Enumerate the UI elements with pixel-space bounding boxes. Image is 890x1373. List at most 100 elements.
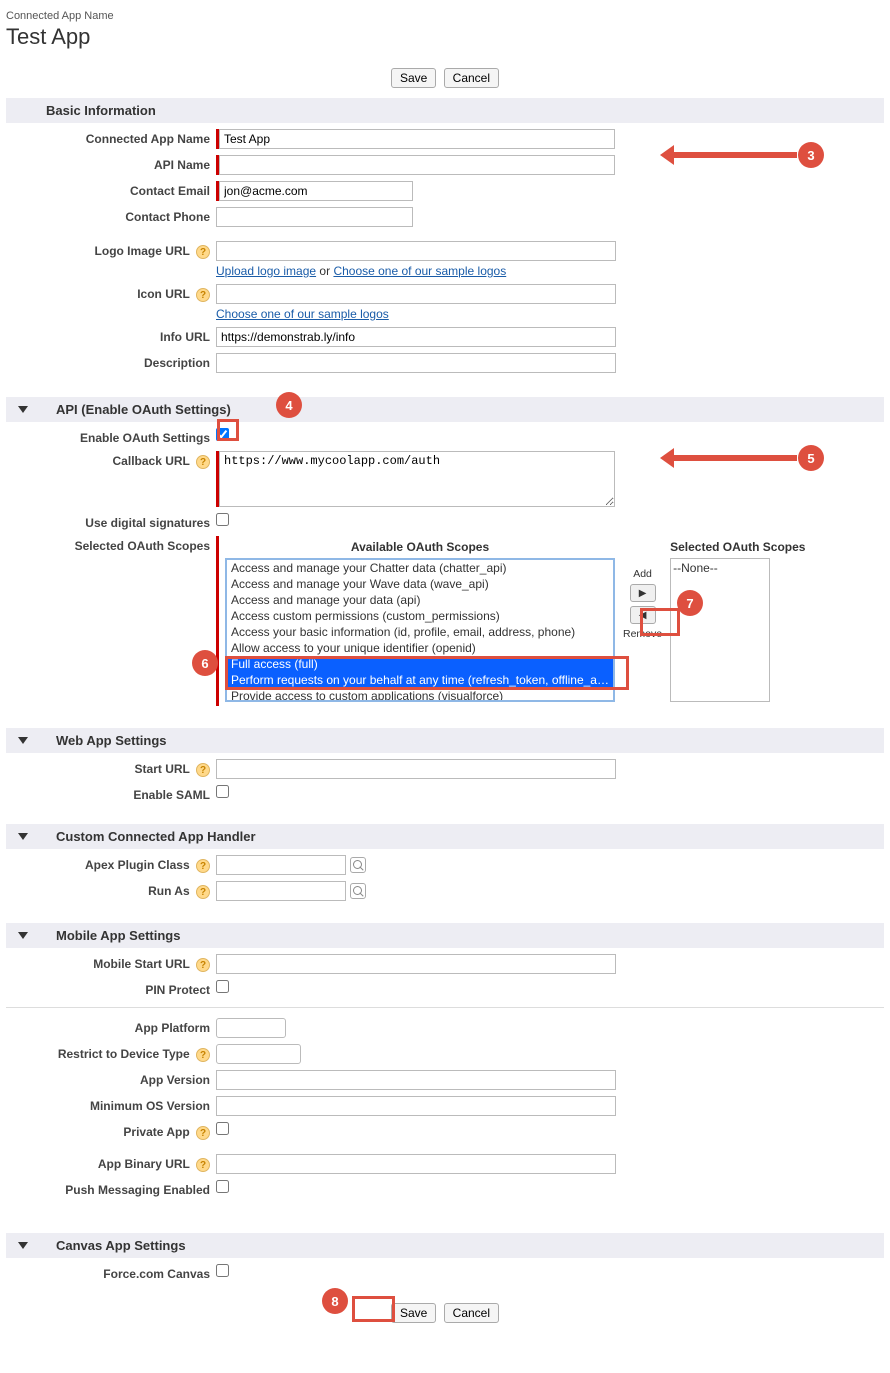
available-scopes-list[interactable]: Access and manage your Chatter data (cha…	[225, 558, 615, 702]
label-info-url: Info URL	[6, 327, 216, 344]
label-description: Description	[6, 353, 216, 370]
contact-email-input[interactable]	[219, 181, 413, 201]
scope-option[interactable]: Access and manage your Wave data (wave_a…	[227, 576, 613, 592]
scope-option[interactable]: Access and manage your data (api)	[227, 592, 613, 608]
label-enable-saml: Enable SAML	[6, 785, 216, 802]
help-icon[interactable]: ?	[196, 455, 210, 469]
private-app-checkbox[interactable]	[216, 1122, 229, 1135]
available-scopes-title: Available OAuth Scopes	[225, 540, 615, 554]
digital-sig-checkbox[interactable]	[216, 513, 229, 526]
help-icon[interactable]: ?	[196, 1158, 210, 1172]
callout-7: 7	[677, 590, 703, 616]
mobile-start-url-input[interactable]	[216, 954, 616, 974]
selected-scopes-title: Selected OAuth Scopes	[670, 540, 805, 554]
save-button-bottom[interactable]: Save	[391, 1303, 436, 1323]
push-msg-checkbox[interactable]	[216, 1180, 229, 1193]
scope-option[interactable]: Allow access to your unique identifier (…	[227, 640, 613, 656]
label-selected-scopes: Selected OAuth Scopes	[6, 536, 216, 553]
collapse-icon	[18, 833, 28, 840]
choose-sample-logo-link[interactable]: Choose one of our sample logos	[333, 264, 506, 278]
help-icon[interactable]: ?	[196, 245, 210, 259]
app-platform-select[interactable]	[216, 1018, 286, 1038]
label-api-name: API Name	[6, 155, 216, 172]
remove-scope-button[interactable]: ◀	[630, 606, 656, 624]
callout-3-arrow	[664, 152, 797, 158]
callout-5-arrow	[664, 455, 797, 461]
lookup-icon[interactable]	[350, 857, 366, 873]
section-handler[interactable]: Custom Connected App Handler	[6, 824, 884, 849]
lookup-icon[interactable]	[350, 883, 366, 899]
enable-saml-checkbox[interactable]	[216, 785, 229, 798]
choose-sample-icon-link[interactable]: Choose one of our sample logos	[216, 307, 389, 321]
page-subtitle: Connected App Name	[6, 10, 884, 22]
add-scope-button[interactable]: ▶	[630, 584, 656, 602]
label-contact-phone: Contact Phone	[6, 207, 216, 224]
help-icon[interactable]: ?	[196, 288, 210, 302]
label-min-os: Minimum OS Version	[6, 1096, 216, 1113]
info-url-input[interactable]	[216, 327, 616, 347]
app-binary-url-input[interactable]	[216, 1154, 616, 1174]
selected-scopes-list[interactable]: --None--	[670, 558, 770, 702]
help-icon[interactable]: ?	[196, 885, 210, 899]
label-contact-email: Contact Email	[6, 181, 216, 198]
label-enable-oauth: Enable OAuth Settings	[6, 428, 216, 445]
canvas-checkbox[interactable]	[216, 1264, 229, 1277]
remove-label: Remove	[623, 628, 662, 640]
label-app-platform: App Platform	[6, 1018, 216, 1035]
description-input[interactable]	[216, 353, 616, 373]
bottom-button-row: Save Cancel	[6, 1303, 884, 1323]
label-callback-url: Callback URL ?	[6, 451, 216, 469]
scope-option[interactable]: Access your basic information (id, profi…	[227, 624, 613, 640]
start-url-input[interactable]	[216, 759, 616, 779]
add-label: Add	[633, 568, 652, 580]
cancel-button-top[interactable]: Cancel	[444, 68, 499, 88]
help-icon[interactable]: ?	[196, 1048, 210, 1062]
scope-option[interactable]: Perform requests on your behalf at any t…	[227, 672, 613, 688]
callout-5: 5	[798, 445, 824, 471]
logo-url-input[interactable]	[216, 241, 616, 261]
help-icon[interactable]: ?	[196, 859, 210, 873]
min-os-input[interactable]	[216, 1096, 616, 1116]
label-run-as: Run As ?	[6, 881, 216, 899]
label-logo-url: Logo Image URL ?	[6, 241, 216, 259]
section-basic-info: Basic Information	[6, 98, 884, 123]
section-webapp[interactable]: Web App Settings	[6, 728, 884, 753]
help-icon[interactable]: ?	[196, 958, 210, 972]
save-button-top[interactable]: Save	[391, 68, 436, 88]
callout-6: 6	[192, 650, 218, 676]
apex-plugin-input[interactable]	[216, 855, 346, 875]
upload-logo-link[interactable]: Upload logo image	[216, 264, 316, 278]
connected-app-name-input[interactable]	[219, 129, 615, 149]
enable-oauth-checkbox[interactable]	[216, 428, 229, 441]
required-bar	[216, 536, 219, 706]
label-connected-app-name: Connected App Name	[6, 129, 216, 146]
scope-option[interactable]: Full access (full)	[227, 656, 613, 672]
cancel-button-bottom[interactable]: Cancel	[444, 1303, 499, 1323]
pin-protect-checkbox[interactable]	[216, 980, 229, 993]
section-mobile[interactable]: Mobile App Settings	[6, 923, 884, 948]
help-icon[interactable]: ?	[196, 763, 210, 777]
collapse-icon	[18, 406, 28, 413]
run-as-input[interactable]	[216, 881, 346, 901]
restrict-device-select[interactable]	[216, 1044, 301, 1064]
collapse-icon	[18, 1242, 28, 1249]
label-app-binary-url: App Binary URL ?	[6, 1154, 216, 1172]
callback-url-textarea[interactable]: https://www.mycoolapp.com/auth	[219, 451, 615, 507]
section-api[interactable]: API (Enable OAuth Settings)	[6, 397, 884, 422]
contact-phone-input[interactable]	[216, 207, 413, 227]
label-restrict-device: Restrict to Device Type ?	[6, 1044, 216, 1062]
section-canvas[interactable]: Canvas App Settings	[6, 1233, 884, 1258]
page-title: Test App	[6, 24, 884, 50]
scope-option[interactable]: Provide access to custom applications (v…	[227, 688, 613, 702]
label-private-app: Private App ?	[6, 1122, 216, 1140]
callout-4: 4	[276, 392, 302, 418]
help-icon[interactable]: ?	[196, 1126, 210, 1140]
label-forcecom-canvas: Force.com Canvas	[6, 1264, 216, 1281]
scope-option[interactable]: Access and manage your Chatter data (cha…	[227, 560, 613, 576]
scope-option[interactable]: Access custom permissions (custom_permis…	[227, 608, 613, 624]
app-version-input[interactable]	[216, 1070, 616, 1090]
api-name-input[interactable]	[219, 155, 615, 175]
label-start-url: Start URL ?	[6, 759, 216, 777]
icon-url-input[interactable]	[216, 284, 616, 304]
label-push-msg: Push Messaging Enabled	[6, 1180, 216, 1197]
